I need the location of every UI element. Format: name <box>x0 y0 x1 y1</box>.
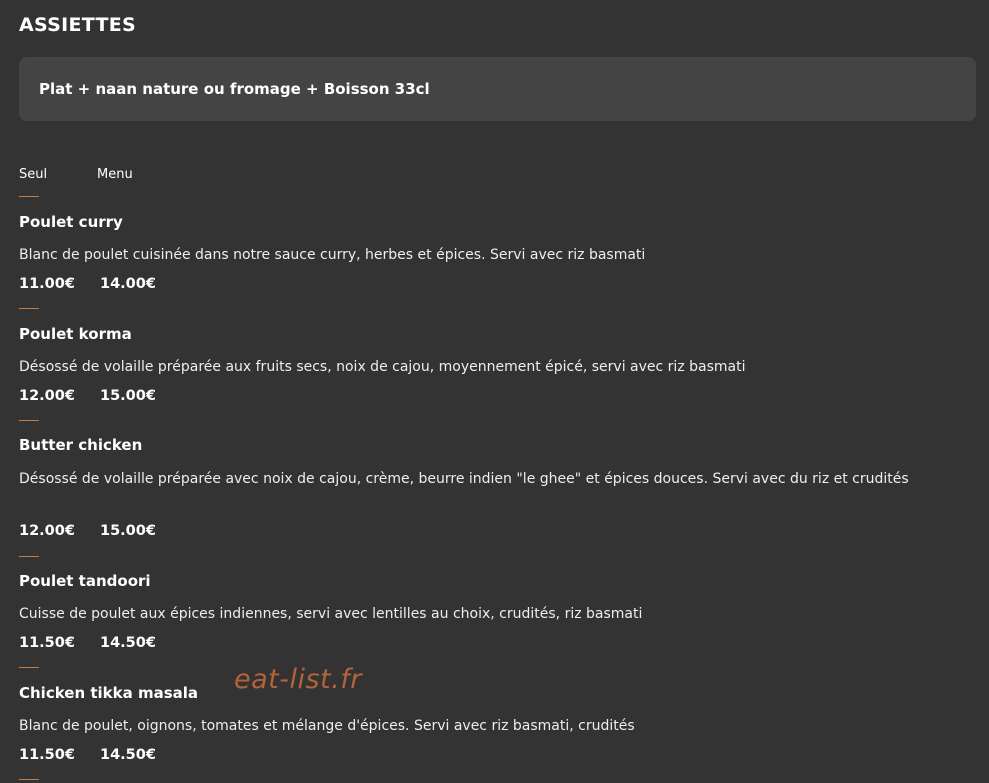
column-header-seul: Seul <box>19 167 48 182</box>
item-description: Désossé de volaille préparée aux fruits … <box>19 359 746 375</box>
item-price-menu: 14.50€ <box>100 635 156 651</box>
item-description: Blanc de poulet cuisinée dans notre sauc… <box>19 247 646 263</box>
item-description: Blanc de poulet, oignons, tomates et mél… <box>19 718 635 734</box>
price-column-headers: Seul Menu <box>19 167 133 182</box>
item-prices: 11.50€ 14.50€ <box>19 635 156 651</box>
item-price-menu: 15.00€ <box>100 523 156 539</box>
item-divider <box>19 196 39 197</box>
item-name: Chicken tikka masala <box>19 684 199 702</box>
item-name: Poulet korma <box>19 325 132 343</box>
item-name: Poulet curry <box>19 213 123 231</box>
menu-info-box: Plat + naan nature ou fromage + Boisson … <box>19 57 976 121</box>
item-divider <box>19 667 39 668</box>
item-divider <box>19 420 39 421</box>
item-name: Butter chicken <box>19 436 143 454</box>
item-prices: 12.00€ 15.00€ <box>19 523 156 539</box>
watermark-text: eat-list.fr <box>234 664 362 695</box>
item-name: Poulet tandoori <box>19 572 151 590</box>
item-price-seul: 11.50€ <box>19 747 75 763</box>
item-price-menu: 15.00€ <box>100 388 156 404</box>
item-divider <box>19 556 39 557</box>
item-price-seul: 11.50€ <box>19 635 75 651</box>
item-price-menu: 14.50€ <box>100 747 156 763</box>
item-price-seul: 12.00€ <box>19 523 75 539</box>
item-price-seul: 12.00€ <box>19 388 75 404</box>
menu-info-text: Plat + naan nature ou fromage + Boisson … <box>39 80 430 98</box>
item-price-menu: 14.00€ <box>100 276 156 292</box>
column-header-menu: Menu <box>97 167 133 182</box>
item-divider <box>19 779 39 780</box>
item-prices: 12.00€ 15.00€ <box>19 388 156 404</box>
item-prices: 11.00€ 14.00€ <box>19 276 156 292</box>
item-prices: 11.50€ 14.50€ <box>19 747 156 763</box>
section-title: ASSIETTES <box>19 14 136 36</box>
item-description: Cuisse de poulet aux épices indiennes, s… <box>19 606 643 622</box>
item-divider <box>19 308 39 309</box>
item-price-seul: 11.00€ <box>19 276 75 292</box>
item-description: Désossé de volaille préparée avec noix d… <box>19 471 909 487</box>
